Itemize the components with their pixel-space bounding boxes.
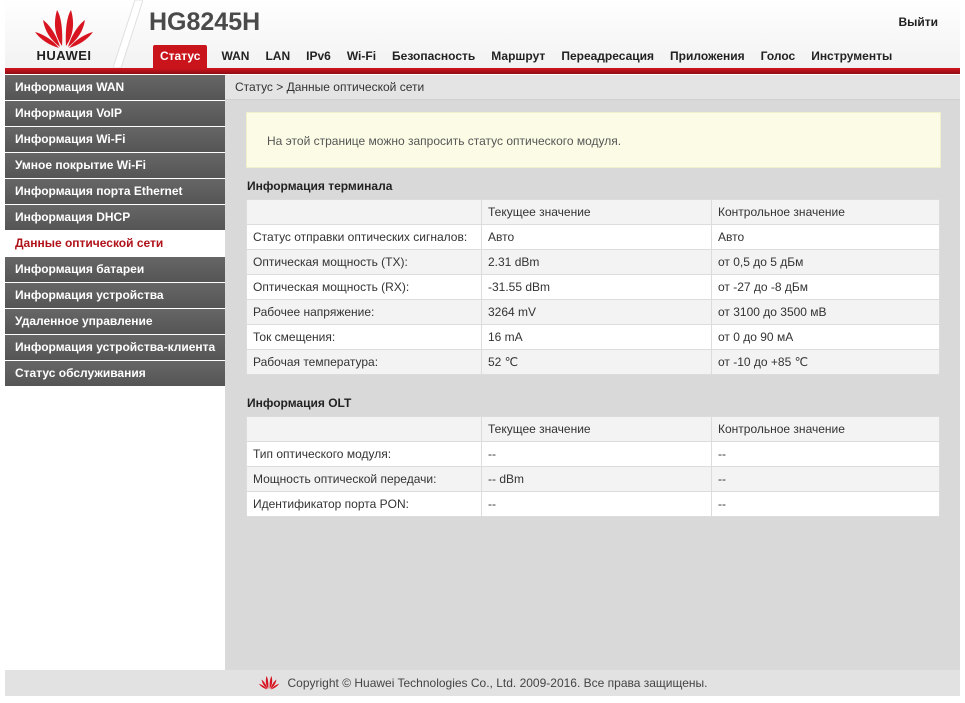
notice-text: На этой странице можно запросить статус … bbox=[267, 134, 622, 148]
tab-applications[interactable]: Приложения bbox=[662, 45, 753, 68]
table-row: Идентификатор порта PON: -- -- bbox=[246, 491, 940, 517]
table-row: Оптическая мощность (TX): 2.31 dBm от 0,… bbox=[246, 249, 940, 275]
current-value: -31.55 dBm bbox=[481, 274, 712, 300]
huawei-logo-icon bbox=[258, 676, 279, 690]
tab-ipv6[interactable]: IPv6 bbox=[298, 45, 339, 68]
logout-link[interactable]: Выйти bbox=[898, 15, 938, 29]
table-header-row: Текущее значение Контрольное значение bbox=[246, 199, 940, 225]
row-label: Ток смещения: bbox=[246, 324, 482, 350]
sidebar-item-battery-info[interactable]: Информация батареи bbox=[5, 257, 225, 282]
terminal-info-table: Текущее значение Контрольное значение Ст… bbox=[246, 199, 940, 375]
table-row: Ток смещения: 16 mA от 0 до 90 мА bbox=[246, 324, 940, 350]
current-value: Авто bbox=[481, 224, 712, 250]
tab-route[interactable]: Маршрут bbox=[483, 45, 553, 68]
current-value: 16 mA bbox=[481, 324, 712, 350]
olt-info-title: Информация OLT bbox=[247, 396, 352, 410]
table-row: Мощность оптической передачи: -- dBm -- bbox=[246, 466, 940, 492]
tab-status[interactable]: Статус bbox=[153, 45, 208, 68]
row-label: Оптическая мощность (TX): bbox=[246, 249, 482, 275]
tab-tools[interactable]: Инструменты bbox=[803, 45, 900, 68]
sidebar-item-optical-info[interactable]: Данные оптической сети bbox=[5, 231, 225, 256]
table-header-cell bbox=[246, 416, 482, 442]
reference-value: от 3100 до 3500 мВ bbox=[711, 299, 940, 325]
tab-wifi[interactable]: Wi-Fi bbox=[339, 45, 384, 68]
sidebar-item-device-info[interactable]: Информация устройства bbox=[5, 283, 225, 308]
terminal-info-title: Информация терминала bbox=[247, 179, 393, 193]
page-notice: На этой странице можно запросить статус … bbox=[246, 112, 941, 168]
olt-info-table: Текущее значение Контрольное значение Ти… bbox=[246, 416, 940, 517]
sidebar-item-dhcp-info[interactable]: Информация DHCP bbox=[5, 205, 225, 230]
tab-wan[interactable]: WAN bbox=[213, 45, 257, 68]
table-header-cell: Текущее значение bbox=[481, 199, 712, 225]
main-content: Статус > Данные оптической сети На этой … bbox=[225, 75, 960, 670]
sidebar-item-voip-info[interactable]: Информация VoIP bbox=[5, 101, 225, 126]
sidebar-item-ethernet-port[interactable]: Информация порта Ethernet bbox=[5, 179, 225, 204]
reference-value: от -10 до +85 ℃ bbox=[711, 349, 940, 375]
tab-voice[interactable]: Голос bbox=[753, 45, 804, 68]
tab-forwarding[interactable]: Переадресация bbox=[553, 45, 662, 68]
reference-value: от 0 до 90 мА bbox=[711, 324, 940, 350]
table-row: Статус отправки оптических сигналов: Авт… bbox=[246, 224, 940, 250]
current-value: -- dBm bbox=[481, 466, 712, 492]
tab-lan[interactable]: LAN bbox=[257, 45, 298, 68]
reference-value: от -27 до -8 дБм bbox=[711, 274, 940, 300]
header-divider bbox=[113, 0, 143, 68]
row-label: Рабочее напряжение: bbox=[246, 299, 482, 325]
current-value: -- bbox=[481, 491, 712, 517]
footer: Copyright © Huawei Technologies Co., Ltd… bbox=[5, 670, 960, 696]
table-row: Оптическая мощность (RX): -31.55 dBm от … bbox=[246, 274, 940, 300]
current-value: 52 ℃ bbox=[481, 349, 712, 375]
copyright-text: Copyright © Huawei Technologies Co., Ltd… bbox=[287, 676, 708, 690]
tab-security[interactable]: Безопасность bbox=[384, 45, 483, 68]
row-label: Мощность оптической передачи: bbox=[246, 466, 482, 492]
table-header-cell: Текущее значение bbox=[481, 416, 712, 442]
device-model: HG8245H bbox=[149, 8, 261, 36]
sidebar-item-wan-info[interactable]: Информация WAN bbox=[5, 75, 225, 100]
huawei-logo: HUAWEI bbox=[5, 0, 125, 68]
table-row: Тип оптического модуля: -- -- bbox=[246, 441, 940, 467]
sidebar-item-service-status[interactable]: Статус обслуживания bbox=[5, 361, 225, 386]
row-label: Оптическая мощность (RX): bbox=[246, 274, 482, 300]
sidebar-item-wifi-info[interactable]: Информация Wi-Fi bbox=[5, 127, 225, 152]
table-row: Рабочее напряжение: 3264 mV от 3100 до 3… bbox=[246, 299, 940, 325]
row-label: Тип оптического модуля: bbox=[246, 441, 482, 467]
current-value: -- bbox=[481, 441, 712, 467]
table-header-cell: Контрольное значение bbox=[711, 416, 940, 442]
sidebar-item-client-device-info[interactable]: Информация устройства-клиента bbox=[5, 335, 225, 360]
reference-value: -- bbox=[711, 491, 940, 517]
sidebar: Информация WAN Информация VoIP Информаци… bbox=[5, 75, 225, 670]
breadcrumb: Статус > Данные оптической сети bbox=[225, 75, 960, 100]
row-label: Рабочая температура: bbox=[246, 349, 482, 375]
huawei-logo-icon bbox=[35, 10, 93, 48]
table-header-row: Текущее значение Контрольное значение bbox=[246, 416, 940, 442]
table-header-cell: Контрольное значение bbox=[711, 199, 940, 225]
current-value: 3264 mV bbox=[481, 299, 712, 325]
brand-name: HUAWEI bbox=[36, 48, 92, 63]
header: HUAWEI HG8245H Выйти Статус WAN LAN IPv6… bbox=[5, 0, 960, 68]
reference-value: -- bbox=[711, 441, 940, 467]
current-value: 2.31 dBm bbox=[481, 249, 712, 275]
table-row: Рабочая температура: 52 ℃ от -10 до +85 … bbox=[246, 349, 940, 375]
row-label: Идентификатор порта PON: bbox=[246, 491, 482, 517]
sidebar-item-smart-wifi[interactable]: Умное покрытие Wi-Fi bbox=[5, 153, 225, 178]
row-label: Статус отправки оптических сигналов: bbox=[246, 224, 482, 250]
reference-value: от 0,5 до 5 дБм bbox=[711, 249, 940, 275]
main-nav: Статус WAN LAN IPv6 Wi-Fi Безопасность М… bbox=[153, 45, 900, 68]
reference-value: -- bbox=[711, 466, 940, 492]
header-red-bar bbox=[5, 68, 960, 74]
table-header-cell bbox=[246, 199, 482, 225]
reference-value: Авто bbox=[711, 224, 940, 250]
sidebar-item-remote-management[interactable]: Удаленное управление bbox=[5, 309, 225, 334]
